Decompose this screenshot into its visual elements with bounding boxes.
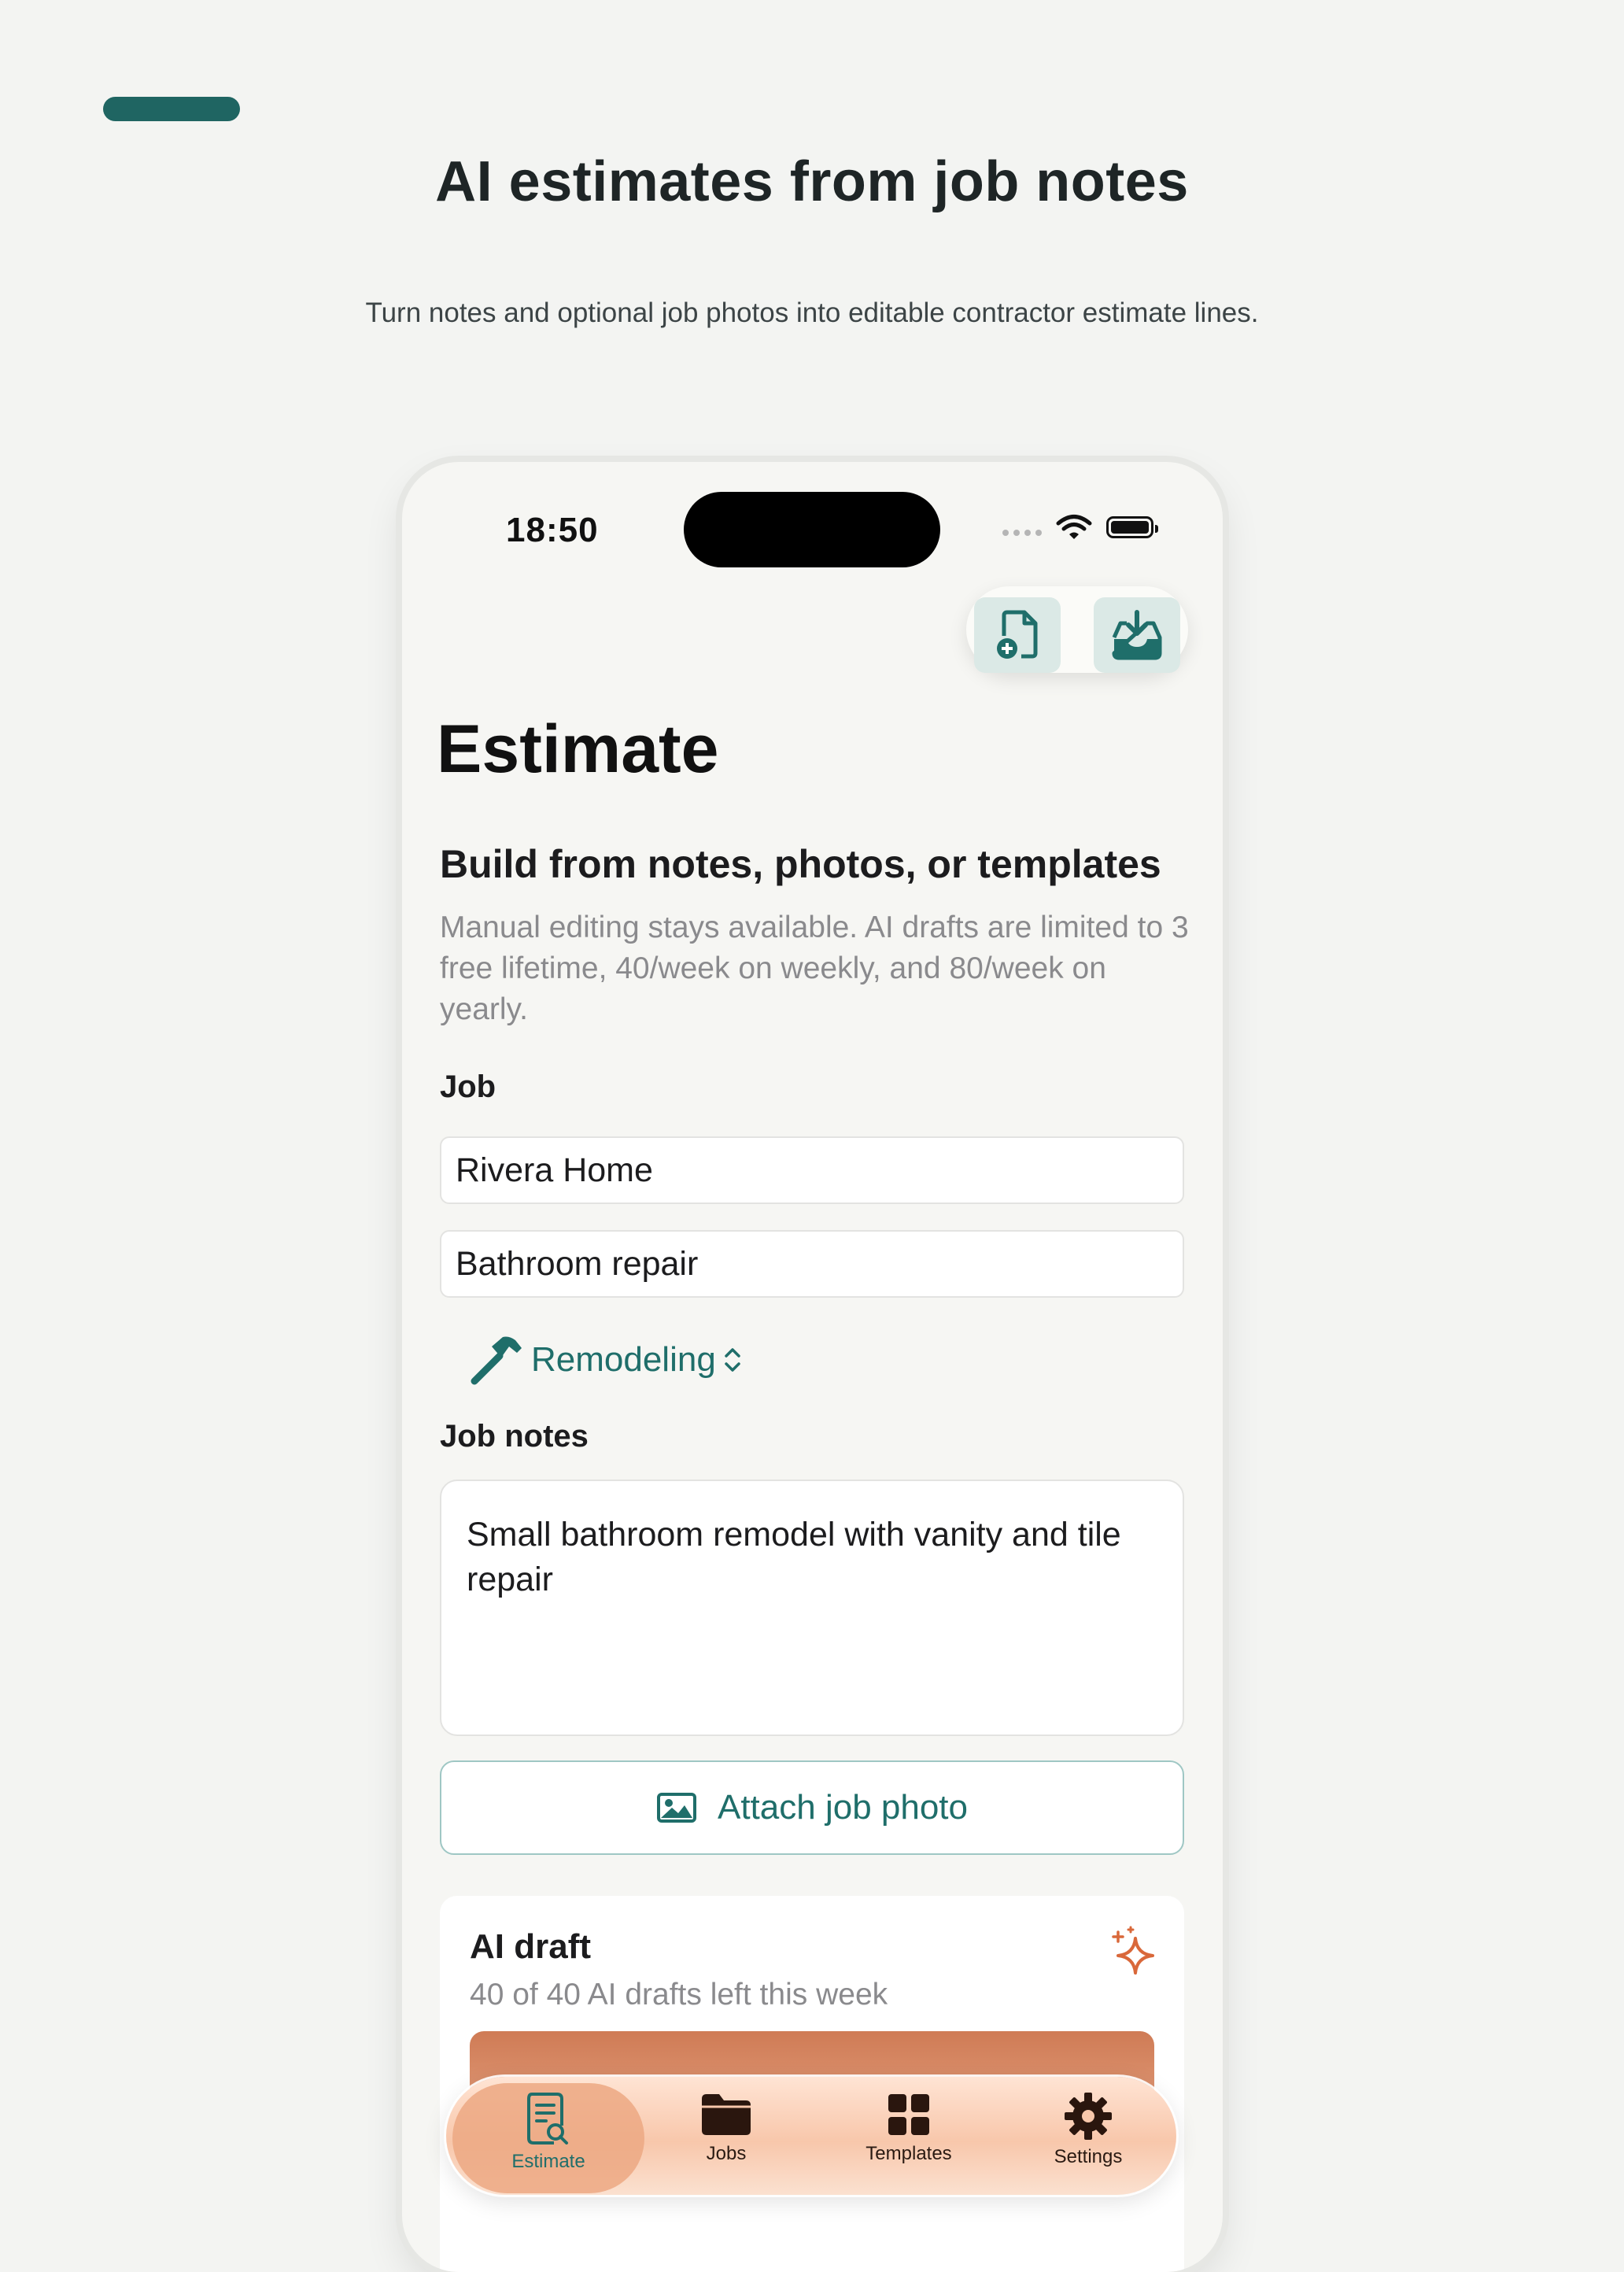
hero-subtitle: Turn notes and optional job photos into … <box>365 297 1259 328</box>
client-name-field[interactable]: Rivera Home <box>440 1136 1184 1204</box>
trade-picker-label: Remodeling <box>531 1340 716 1379</box>
wifi-icon <box>1056 515 1092 539</box>
ai-draft-title: AI draft <box>470 1927 591 1966</box>
section-title: Build from notes, photos, or templates <box>440 842 1161 886</box>
new-document-icon <box>997 610 1038 659</box>
chevron-updown-icon <box>725 1348 740 1372</box>
folder-icon <box>702 2094 751 2135</box>
job-title-field[interactable]: Bathroom repair <box>440 1230 1184 1298</box>
page-title: Estimate <box>437 711 719 787</box>
sparkles-icon <box>1112 1926 1154 1975</box>
status-icons <box>1002 514 1158 541</box>
import-tray-icon <box>1112 610 1162 660</box>
hammer-icon <box>471 1336 522 1385</box>
tab-templates-label: Templates <box>866 2143 952 2164</box>
job-label: Job <box>440 1070 496 1104</box>
tab-jobs[interactable]: Jobs <box>648 2091 805 2165</box>
tab-bar: Estimate Jobs Templates Settings <box>446 2077 1176 2195</box>
attach-photo-button[interactable]: Attach job photo <box>440 1760 1184 1855</box>
job-notes-textarea[interactable]: Small bathroom remodel with vanity and t… <box>440 1480 1184 1736</box>
grid-icon <box>888 2094 929 2135</box>
phone-frame: 18:50 Estimate Build from notes, photos,… <box>402 462 1223 2272</box>
dynamic-island <box>684 492 940 567</box>
tab-templates[interactable]: Templates <box>830 2091 987 2165</box>
tab-estimate-label: Estimate <box>511 2151 585 2172</box>
signal-icon <box>1002 530 1042 536</box>
battery-icon <box>1106 516 1158 538</box>
job-notes-label: Job notes <box>440 1419 589 1454</box>
hero-title: AI estimates from job notes <box>435 150 1189 213</box>
status-time: 18:50 <box>506 511 599 549</box>
new-estimate-button[interactable] <box>974 597 1061 673</box>
import-button[interactable] <box>1094 597 1180 673</box>
photo-icon <box>656 1793 696 1823</box>
attach-photo-label: Attach job photo <box>717 1788 968 1827</box>
trade-picker[interactable]: Remodeling <box>468 1334 743 1386</box>
tab-jobs-label: Jobs <box>706 2143 747 2164</box>
accent-pill <box>103 97 240 121</box>
tab-settings-label: Settings <box>1054 2146 1123 2167</box>
estimate-doc-icon <box>527 2093 568 2145</box>
section-description: Manual editing stays available. AI draft… <box>440 911 1189 1026</box>
toolbar-group <box>966 586 1188 673</box>
ai-draft-quota: 40 of 40 AI drafts left this week <box>470 1978 888 2012</box>
gear-icon <box>1065 2093 1112 2140</box>
tab-settings[interactable]: Settings <box>1009 2091 1167 2168</box>
tab-estimate[interactable]: Estimate <box>470 2091 627 2173</box>
